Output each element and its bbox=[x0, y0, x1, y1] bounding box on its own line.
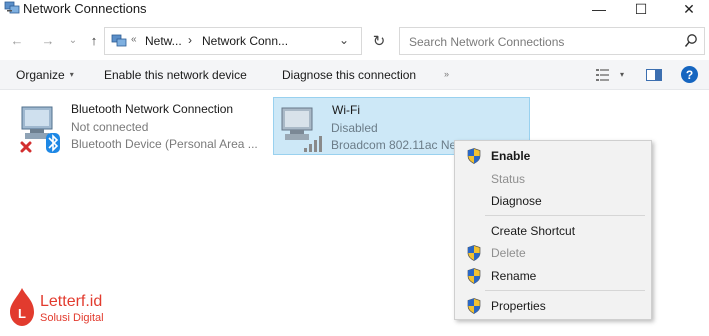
flame-logo-icon: L bbox=[10, 288, 34, 326]
shield-icon bbox=[467, 268, 481, 284]
menu-separator bbox=[485, 290, 645, 291]
connection-item-bluetooth[interactable]: Bluetooth Network Connection Not connect… bbox=[14, 97, 269, 155]
context-menu-label: Status bbox=[491, 172, 526, 186]
enable-device-button[interactable]: Enable this network device bbox=[104, 68, 247, 82]
menu-separator bbox=[485, 215, 645, 216]
context-menu-label: Enable bbox=[491, 149, 531, 163]
forward-arrow-icon[interactable]: → bbox=[40, 32, 56, 48]
more-commands-icon[interactable]: » bbox=[444, 69, 449, 79]
search-box[interactable]: Search Network Connections bbox=[399, 27, 705, 55]
shield-icon bbox=[467, 148, 481, 164]
back-arrow-icon[interactable]: ← bbox=[9, 32, 25, 48]
connection-name: Bluetooth Network Connection bbox=[71, 102, 234, 116]
watermark-tagline: Solusi Digital bbox=[40, 312, 104, 324]
context-menu-item-create-shortcut[interactable]: Create Shortcut bbox=[455, 220, 651, 242]
context-menu-label: Create Shortcut bbox=[491, 224, 576, 238]
navigation-bar: ← → ⌄ ↑ « Netw... › Network Conn... ⌄ ↻ … bbox=[0, 26, 709, 56]
title-bar: Network Connections — ☐ ✕ bbox=[0, 0, 709, 20]
shield-icon bbox=[467, 298, 481, 314]
diagnose-connection-button[interactable]: Diagnose this connection bbox=[282, 68, 416, 82]
view-options-caret-icon[interactable]: ▾ bbox=[620, 70, 624, 79]
refresh-icon[interactable]: ↻ bbox=[365, 27, 393, 55]
context-menu-item-status[interactable]: Status bbox=[455, 168, 651, 190]
breadcrumb-network[interactable]: Netw... bbox=[145, 34, 182, 48]
close-button[interactable]: ✕ bbox=[675, 0, 703, 18]
preview-pane-icon[interactable] bbox=[646, 69, 662, 81]
minimize-button[interactable]: — bbox=[585, 0, 613, 18]
svg-text:L: L bbox=[18, 306, 26, 321]
search-input[interactable]: Search Network Connections bbox=[409, 35, 564, 49]
context-menu-item-properties[interactable]: Properties bbox=[455, 295, 651, 317]
context-menu: Enable Status Diagnose Create Shortcut D… bbox=[454, 140, 652, 320]
breadcrumb-separator-icon[interactable]: › bbox=[188, 33, 192, 47]
network-connections-icon bbox=[4, 1, 20, 14]
organize-menu-button[interactable]: Organize ▾ bbox=[16, 68, 74, 82]
context-menu-item-delete[interactable]: Delete bbox=[455, 242, 651, 264]
search-icon[interactable] bbox=[684, 33, 698, 49]
command-bar: Organize ▾ Enable this network device Dia… bbox=[0, 60, 709, 90]
context-menu-label: Diagnose bbox=[491, 194, 542, 208]
help-icon[interactable]: ? bbox=[681, 66, 698, 83]
address-bar[interactable]: « Netw... › Network Conn... ⌄ bbox=[104, 27, 362, 55]
connection-device: Bluetooth Device (Personal Area ... bbox=[71, 137, 258, 151]
context-menu-item-diagnose[interactable]: Diagnose bbox=[455, 190, 651, 212]
connection-status: Disabled bbox=[331, 121, 378, 135]
recent-locations-chevron-icon[interactable]: ⌄ bbox=[65, 32, 81, 48]
connection-status: Not connected bbox=[71, 120, 149, 134]
context-menu-label: Rename bbox=[491, 269, 537, 283]
context-menu-item-enable[interactable]: Enable bbox=[455, 145, 651, 167]
window-title: Network Connections bbox=[23, 1, 147, 16]
organize-caret-icon: ▾ bbox=[69, 70, 74, 79]
change-view-icon[interactable] bbox=[596, 69, 610, 81]
network-connections-icon bbox=[111, 34, 127, 47]
organize-label: Organize bbox=[16, 68, 65, 82]
maximize-button[interactable]: ☐ bbox=[627, 0, 655, 18]
connection-name: Wi-Fi bbox=[332, 103, 360, 117]
context-menu-label: Delete bbox=[491, 246, 526, 260]
context-menu-item-rename[interactable]: Rename bbox=[455, 265, 651, 287]
up-arrow-icon[interactable]: ↑ bbox=[86, 32, 102, 48]
watermark-logo: L Letterf.id Solusi Digital bbox=[8, 287, 138, 331]
shield-icon bbox=[467, 245, 481, 261]
context-menu-label: Properties bbox=[491, 299, 546, 313]
address-dropdown-icon[interactable]: ⌄ bbox=[339, 33, 349, 47]
bluetooth-adapter-icon bbox=[20, 106, 60, 153]
breadcrumb-network-connections[interactable]: Network Conn... bbox=[202, 34, 288, 48]
wifi-adapter-icon bbox=[281, 107, 322, 152]
watermark-name: Letterf.id bbox=[40, 293, 103, 310]
breadcrumb-overflow-icon[interactable]: « bbox=[131, 34, 137, 45]
